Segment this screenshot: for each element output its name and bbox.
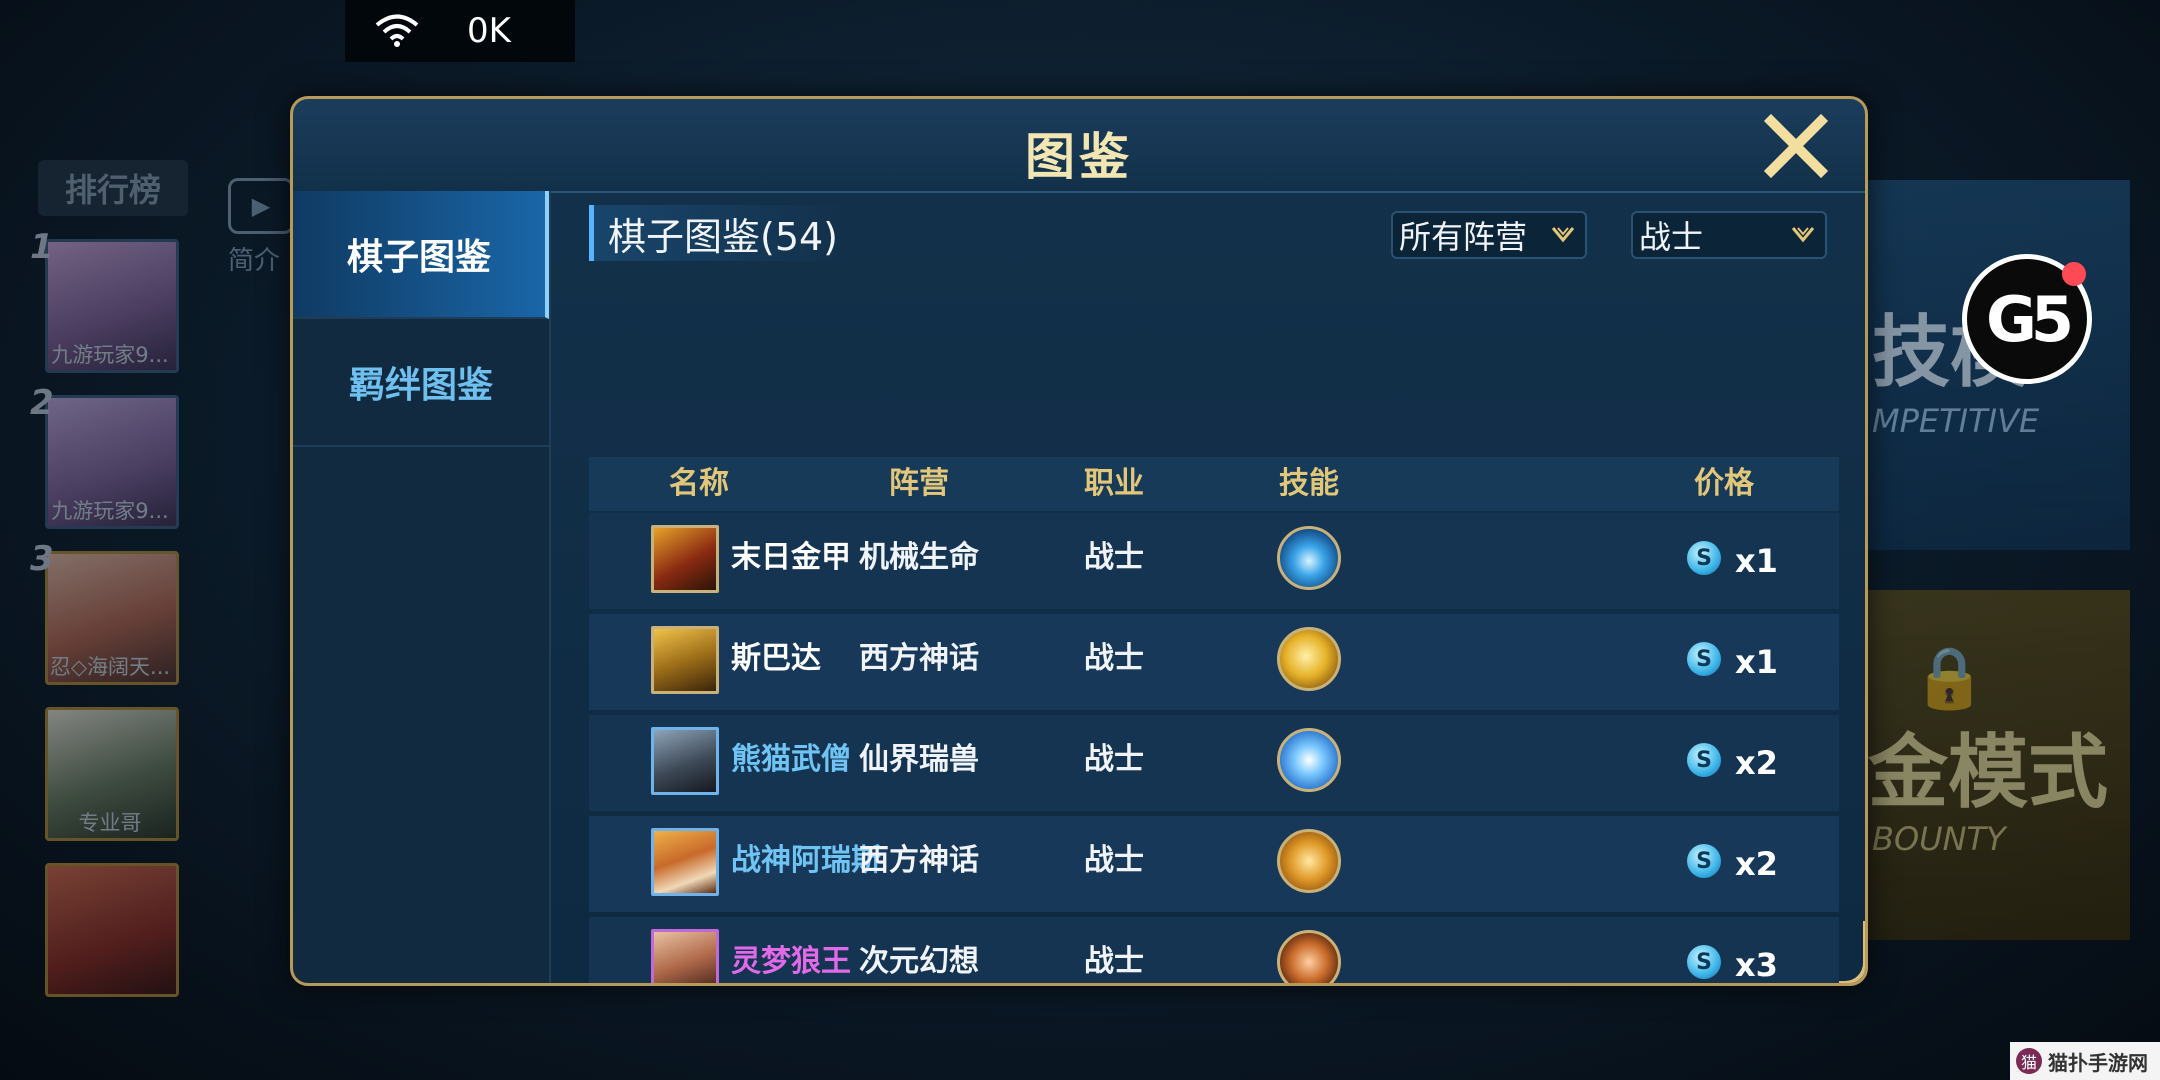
- table-row[interactable]: 斯巴达 西方神话 战士 Sx1: [589, 614, 1839, 710]
- intro-button: ▶ 简介: [228, 178, 298, 278]
- column-header-name: 名称: [669, 466, 729, 501]
- skill-icon[interactable]: [1277, 526, 1341, 590]
- hero-faction: 西方神话: [859, 843, 979, 878]
- player-name: 专业哥: [78, 811, 142, 835]
- column-header-class: 职业: [1084, 466, 1144, 501]
- hero-faction: 机械生命: [859, 540, 979, 575]
- watermark-text: 猫扑手游网: [2048, 1050, 2148, 1075]
- tab-synergy-collection[interactable]: 羁绊图鉴: [293, 319, 549, 447]
- chevron-down-icon: [1551, 227, 1575, 243]
- bounty-mode-card: 🔒 金模式 BOUNTY: [1860, 590, 2130, 940]
- hero-price: x1: [1735, 542, 1778, 580]
- hero-faction: 次元幻想: [859, 944, 979, 979]
- avatar: [45, 863, 179, 997]
- hero-faction: 仙界瑞兽: [859, 742, 979, 777]
- bounty-mode-subtitle: BOUNTY: [1872, 820, 2006, 858]
- player-name: 九游玩家9...: [51, 499, 169, 523]
- skill-icon[interactable]: [1277, 728, 1341, 792]
- collection-dialog: 图鉴 棋子图鉴 羁绊图鉴 棋子图鉴(54) 所有阵营 战士 名称 阵营 职业 技…: [290, 96, 1868, 986]
- hero-faction: 西方神话: [859, 641, 979, 676]
- watermark-logo-icon: 猫: [2016, 1048, 2042, 1074]
- intro-label: 简介: [228, 246, 281, 276]
- coin-icon: S: [1687, 642, 1721, 676]
- hero-class: 战士: [1084, 540, 1144, 575]
- table-row[interactable]: 熊猫武僧 仙界瑞兽 战士 Sx2: [589, 715, 1839, 811]
- skill-icon[interactable]: [1277, 627, 1341, 691]
- skill-icon[interactable]: [1277, 930, 1341, 983]
- hero-price: x3: [1735, 946, 1778, 984]
- tab-piece-collection[interactable]: 棋子图鉴: [293, 191, 549, 319]
- leaderboard-item: [30, 859, 180, 1007]
- lock-icon: 🔒: [1912, 643, 1987, 713]
- player-name: 忍◇海阔天...: [49, 655, 171, 679]
- leaderboard-item: 3 忍◇海阔天...: [30, 539, 180, 695]
- faction-filter-value: 所有阵营: [1399, 218, 1528, 256]
- coin-icon: S: [1687, 945, 1721, 979]
- hero-class: 战士: [1084, 641, 1144, 676]
- leaderboard-title: 排行榜: [38, 160, 188, 216]
- leaderboard-item: 专业哥: [30, 703, 180, 851]
- coin-icon: S: [1687, 743, 1721, 777]
- network-speed: 0K: [467, 11, 511, 51]
- wifi-icon: [375, 14, 419, 48]
- player-name: 九游玩家9...: [51, 343, 169, 367]
- close-icon: [1763, 113, 1829, 179]
- leaderboard-item: 2 九游玩家9...: [30, 383, 180, 539]
- hero-class: 战士: [1084, 843, 1144, 878]
- rank-number: 2: [30, 383, 54, 423]
- hero-portrait[interactable]: [651, 828, 719, 896]
- column-header-price: 价格: [1694, 466, 1754, 501]
- table-row[interactable]: 战神阿瑞斯 西方神话 战士 Sx2: [589, 816, 1839, 912]
- dialog-header: 图鉴: [293, 99, 1865, 193]
- dialog-sidebar: 棋子图鉴 羁绊图鉴: [293, 191, 551, 983]
- rank-number: 3: [30, 539, 54, 579]
- piece-table: 名称 阵营 职业 技能 价格 末日金甲 机械生命 战士 Sx1 斯巴达 西方神话 战士 Sx1…: [589, 457, 1839, 983]
- notification-dot: [2062, 262, 2086, 286]
- hero-price: x2: [1735, 845, 1778, 883]
- hero-class: 战士: [1084, 944, 1144, 979]
- hero-price: x2: [1735, 744, 1778, 782]
- collection-content: 棋子图鉴(54) 所有阵营 战士 名称 阵营 职业 技能 价格 末日金甲机械生命…: [549, 191, 1865, 983]
- play-icon: ▶: [228, 178, 294, 234]
- hero-portrait[interactable]: [651, 626, 719, 694]
- hero-class: 战士: [1084, 742, 1144, 777]
- class-filter-value: 战士: [1639, 218, 1704, 256]
- leaderboard-list: 1 九游玩家9... 2 九游玩家9... 3 忍◇海阔天... 专业哥: [30, 227, 190, 1015]
- skill-icon[interactable]: [1277, 829, 1341, 893]
- dialog-title: 图鉴: [1025, 128, 1133, 186]
- bounty-mode-title: 金模式: [1868, 726, 2108, 819]
- section-title: 棋子图鉴(54): [589, 205, 848, 261]
- faction-filter-dropdown[interactable]: 所有阵营: [1391, 211, 1587, 259]
- table-header: 名称 阵营 职业 技能 价格: [589, 457, 1839, 511]
- hero-name: 斯巴达: [731, 641, 821, 676]
- hero-portrait[interactable]: [651, 929, 719, 983]
- hero-portrait[interactable]: [651, 727, 719, 795]
- class-filter-dropdown[interactable]: 战士: [1631, 211, 1827, 259]
- chevron-down-icon: [1791, 227, 1815, 243]
- table-row[interactable]: 末日金甲 机械生命 战士 Sx1: [589, 513, 1839, 609]
- close-button[interactable]: [1763, 113, 1829, 179]
- watermark: 猫 猫扑手游网: [2010, 1042, 2160, 1080]
- rank-number: 1: [30, 227, 54, 267]
- column-header-skill: 技能: [1279, 466, 1339, 501]
- status-bar: 0K: [345, 0, 575, 62]
- coin-icon: S: [1687, 541, 1721, 575]
- hero-price: x1: [1735, 643, 1778, 681]
- column-header-faction: 阵营: [889, 466, 949, 501]
- competitive-mode-subtitle: MPETITIVE: [1872, 402, 2040, 440]
- table-row[interactable]: 灵梦狼王 次元幻想 战士 Sx3: [589, 917, 1839, 984]
- coin-icon: S: [1687, 844, 1721, 878]
- leaderboard-item: 1 九游玩家9...: [30, 227, 180, 383]
- hero-portrait[interactable]: [651, 525, 719, 593]
- table-body[interactable]: 末日金甲 机械生命 战士 Sx1 斯巴达 西方神话 战士 Sx1 熊猫武僧 仙界瑞兽 战士 Sx2 战神…: [589, 513, 1839, 984]
